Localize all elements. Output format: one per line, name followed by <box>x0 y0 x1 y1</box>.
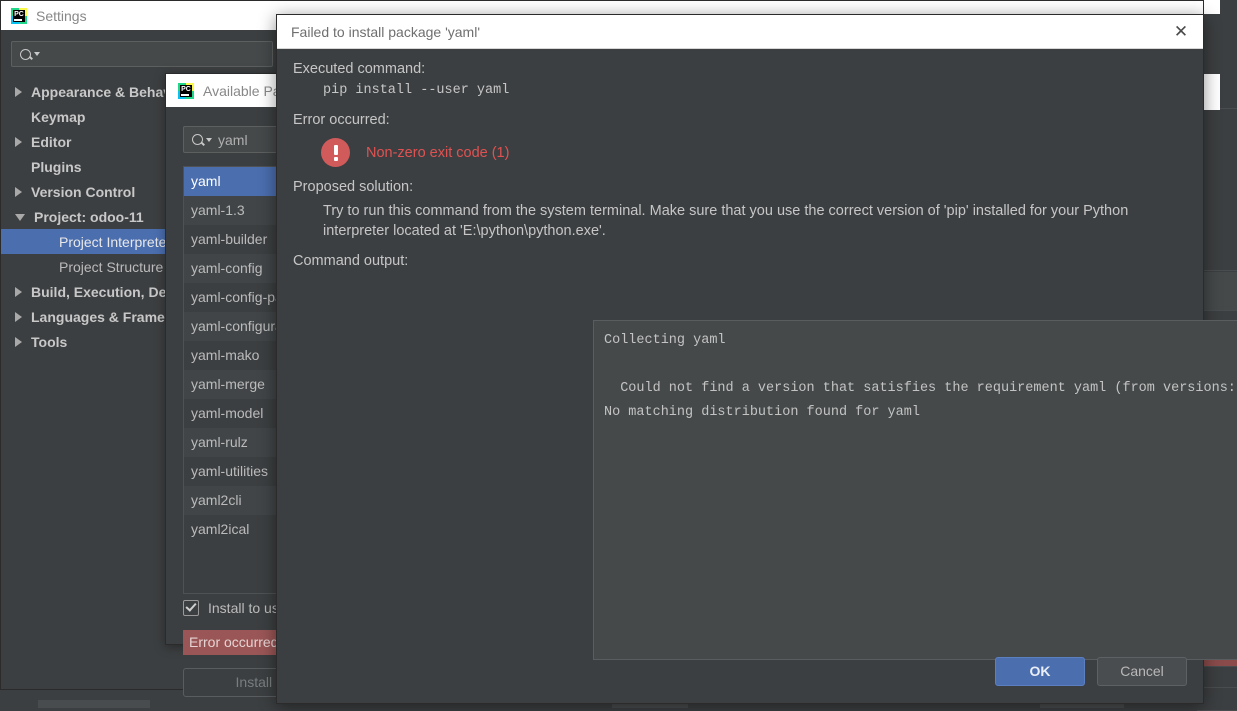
cancel-button[interactable]: Cancel <box>1097 657 1187 686</box>
chevron-right-icon[interactable] <box>15 311 22 322</box>
sidebar-item-label: Version Control <box>31 183 136 200</box>
failed-to-install-dialog: Failed to install package 'yaml' ✕ Execu… <box>276 14 1237 704</box>
sidebar-item-label: Project Interpreter <box>59 233 172 250</box>
pycharm-logo-icon: PC <box>11 7 27 24</box>
error-exit-code-text: Non-zero exit code (1) <box>366 144 510 161</box>
error-dialog-button-row: OK Cancel <box>995 657 1187 686</box>
chevron-right-icon[interactable] <box>15 186 22 197</box>
search-icon <box>20 48 40 60</box>
executed-command-label: Executed command: <box>293 61 426 77</box>
pycharm-logo-icon: PC <box>178 82 194 99</box>
proposed-solution-text: Try to run this command from the system … <box>323 203 1129 239</box>
status-ghost-1 <box>38 700 150 708</box>
chevron-right-icon[interactable] <box>15 336 22 347</box>
sidebar-item-label: Project Structure <box>59 258 164 275</box>
error-occurred-row: Non-zero exit code (1) <box>321 138 1181 167</box>
error-dialog-titlebar: Failed to install package 'yaml' ✕ <box>277 15 1203 49</box>
sidebar-item-label: Tools <box>31 333 68 350</box>
chevron-right-icon[interactable] <box>15 86 22 97</box>
settings-window-title: Settings <box>36 7 87 24</box>
command-output-label: Command output: <box>293 253 409 269</box>
executed-command-value: pip install --user yaml <box>323 83 510 98</box>
settings-search-input[interactable] <box>11 41 273 67</box>
error-occurred-label: Error occurred: <box>293 112 390 128</box>
checkmark-icon <box>183 600 199 616</box>
error-exclamation-icon <box>321 138 350 167</box>
command-output-textarea[interactable]: Collecting yaml Could not find a version… <box>593 320 1237 660</box>
sidebar-item-label: Editor <box>31 133 72 150</box>
search-icon <box>192 134 212 145</box>
sidebar-item-label: Keymap <box>31 108 86 125</box>
sidebar-item-label: Plugins <box>31 158 82 175</box>
error-dialog-title: Failed to install package 'yaml' <box>291 23 480 40</box>
chevron-right-icon[interactable] <box>15 286 22 297</box>
ok-button[interactable]: OK <box>995 657 1085 686</box>
close-icon[interactable]: ✕ <box>1159 15 1203 48</box>
package-search-value: yaml <box>218 131 248 148</box>
proposed-solution-label: Proposed solution: <box>293 179 414 195</box>
sidebar-item-label: Project: odoo-11 <box>34 208 144 225</box>
chevron-down-icon[interactable] <box>15 214 25 221</box>
chevron-right-icon[interactable] <box>15 136 22 147</box>
command-output-text: Collecting yaml Could not find a version… <box>604 333 1236 420</box>
